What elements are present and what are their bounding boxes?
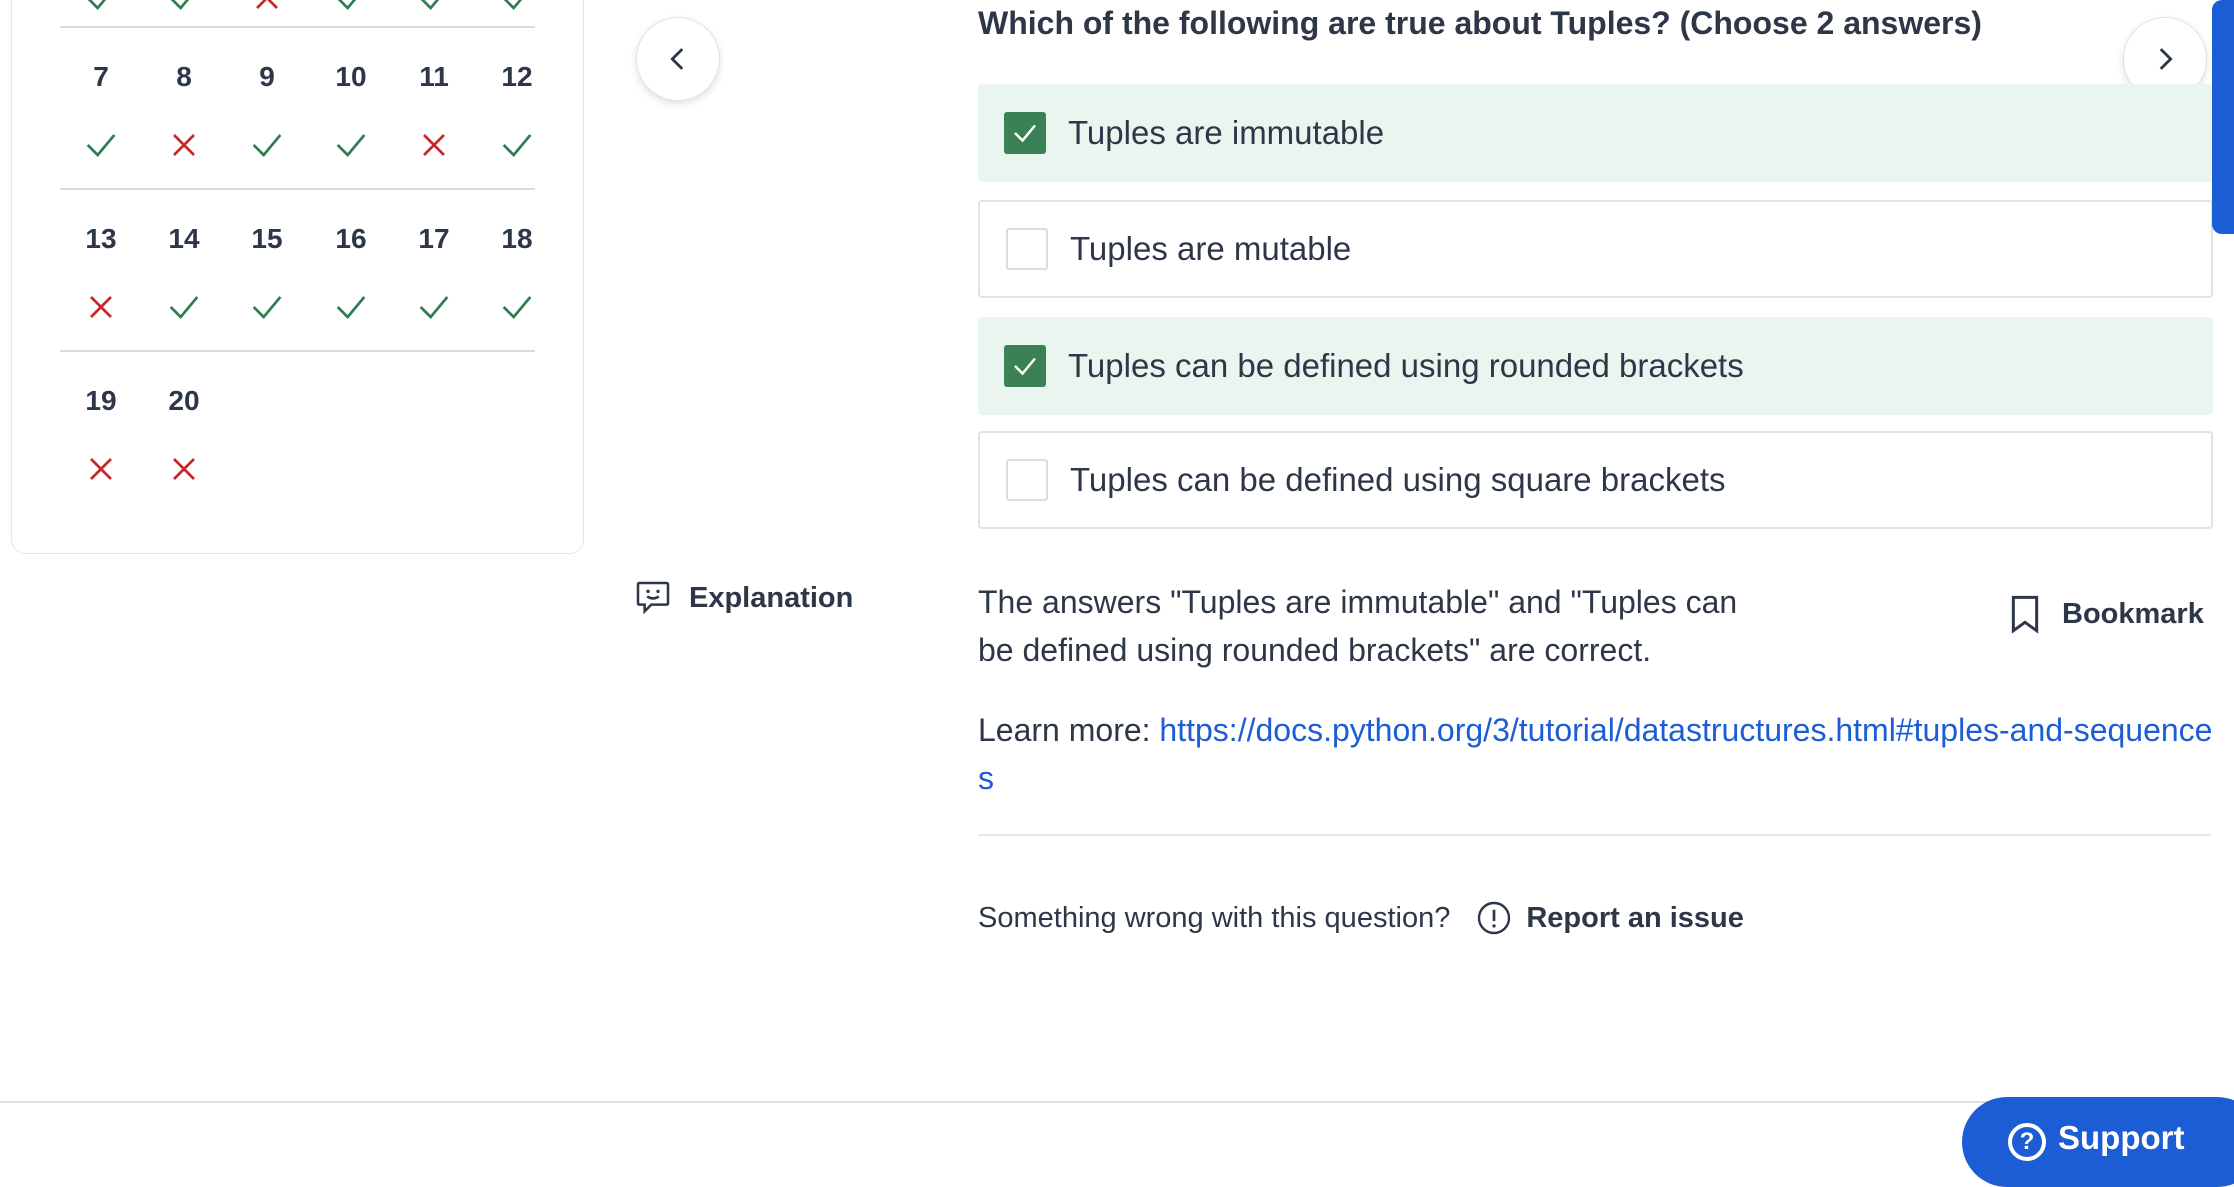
answer-option[interactable]: Tuples are mutable	[978, 200, 2213, 298]
incorrect-icon	[414, 125, 454, 165]
bookmark-button[interactable]: Bookmark	[2008, 594, 2204, 634]
report-question: Something wrong with this question?	[978, 901, 1451, 934]
correct-icon	[247, 125, 287, 165]
report-issue-link[interactable]: Report an issue	[1526, 902, 1744, 935]
learn-more: Learn more: https://docs.python.org/3/tu…	[978, 706, 2218, 802]
question-number[interactable]: 11	[404, 61, 464, 93]
correct-icon	[164, 287, 204, 327]
incorrect-icon	[81, 287, 121, 327]
incorrect-icon	[164, 449, 204, 489]
answer-option-label: Tuples can be defined using rounded brac…	[1068, 347, 1744, 384]
checkbox-checked[interactable]	[1004, 345, 1046, 387]
results-row-divider	[60, 188, 535, 190]
learn-more-prefix: Learn more:	[978, 712, 1160, 748]
question-number[interactable]: 13	[71, 223, 131, 255]
support-label: Support	[2058, 1119, 2185, 1156]
correct-icon	[414, 0, 454, 18]
explanation-heading: Explanation	[633, 578, 853, 618]
question-number[interactable]: 16	[321, 223, 381, 255]
correct-icon	[331, 0, 371, 18]
question-number[interactable]: 8	[154, 61, 214, 93]
question-number[interactable]: 19	[71, 385, 131, 417]
learn-more-link[interactable]: https://docs.python.org/3/tutorial/datas…	[978, 712, 2212, 796]
question-number[interactable]: 7	[71, 61, 131, 93]
answer-option-label: Tuples are immutable	[1068, 114, 1385, 151]
checkbox-checked[interactable]	[1004, 112, 1046, 154]
checkbox-unchecked[interactable]	[1006, 459, 1048, 501]
question-number[interactable]: 20	[154, 385, 214, 417]
incorrect-icon	[247, 0, 287, 18]
results-panel: 7 8 9 10 11 12 13 14 15 16 17 18 19 20	[11, 0, 584, 554]
correct-icon	[331, 125, 371, 165]
support-button[interactable]: ? Support	[1962, 1097, 2234, 1187]
answer-option[interactable]: Tuples can be defined using rounded brac…	[978, 317, 2213, 415]
checkmark-icon	[1014, 124, 1036, 143]
answer-option[interactable]: Tuples can be defined using square brack…	[978, 431, 2213, 529]
results-row-divider	[60, 26, 535, 28]
bookmark-label: Bookmark	[2062, 597, 2204, 630]
correct-icon	[414, 287, 454, 327]
side-feedback-tab[interactable]	[2212, 0, 2234, 234]
correct-icon	[497, 287, 537, 327]
answer-option[interactable]: Tuples are immutable	[978, 84, 2213, 182]
previous-question-button[interactable]	[636, 17, 720, 101]
exclamation-circle-icon	[1478, 901, 1511, 935]
results-row-divider	[60, 350, 535, 352]
question-number[interactable]: 14	[154, 223, 214, 255]
correct-icon	[247, 287, 287, 327]
question-title: Which of the following are true about Tu…	[978, 5, 1982, 41]
bookmark-icon	[2011, 595, 2039, 634]
correct-icon	[164, 0, 204, 18]
correct-icon	[81, 125, 121, 165]
question-number[interactable]: 18	[487, 223, 547, 255]
checkbox-unchecked[interactable]	[1006, 228, 1048, 270]
correct-icon	[81, 0, 121, 18]
report-row: Something wrong with this question? Repo…	[978, 900, 1744, 936]
explanation-text: The answers "Tuples are immutable" and "…	[978, 584, 1738, 668]
correct-icon	[331, 287, 371, 327]
chevron-left-icon	[670, 48, 684, 70]
speech-bubble-icon	[636, 581, 670, 615]
correct-icon	[497, 0, 537, 18]
section-divider	[978, 834, 2211, 836]
footer-divider	[0, 1101, 2234, 1103]
question-number[interactable]: 12	[487, 61, 547, 93]
answer-option-label: Tuples can be defined using square brack…	[1070, 461, 1726, 498]
question-number[interactable]: 10	[321, 61, 381, 93]
question-circle-icon: ?	[2008, 1123, 2046, 1161]
explanation-label: Explanation	[689, 581, 854, 614]
question-number[interactable]: 9	[237, 61, 297, 93]
question-number[interactable]: 15	[237, 223, 297, 255]
incorrect-icon	[81, 449, 121, 489]
incorrect-icon	[164, 125, 204, 165]
answer-option-label: Tuples are mutable	[1070, 230, 1352, 267]
chevron-right-icon	[2159, 48, 2173, 70]
checkmark-icon	[1014, 357, 1036, 376]
correct-icon	[497, 125, 537, 165]
question-number[interactable]: 17	[404, 223, 464, 255]
